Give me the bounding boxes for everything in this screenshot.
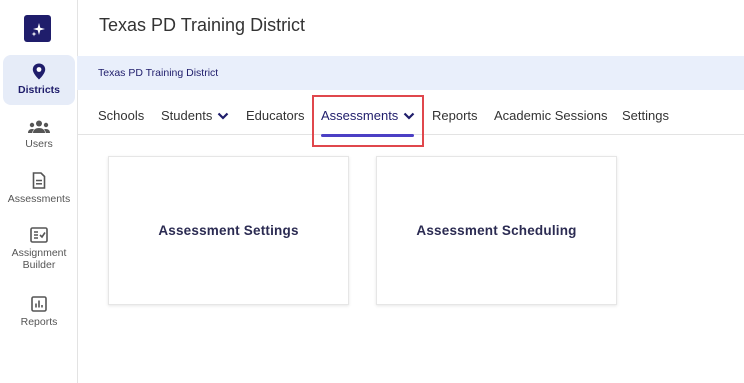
tab-schools[interactable]: Schools	[98, 108, 144, 123]
document-icon	[32, 172, 46, 189]
tab-label: Schools	[98, 108, 145, 123]
sidebar-item-districts[interactable]: Districts	[3, 55, 75, 105]
sidebar-item-label: Districts	[17, 84, 60, 96]
tab-reports[interactable]: Reports	[432, 108, 478, 123]
sparkle-icon	[31, 22, 45, 36]
assessment-scheduling-card[interactable]: Assessment Scheduling	[376, 156, 617, 305]
users-icon	[28, 120, 50, 133]
assessment-settings-card[interactable]: Assessment Settings	[108, 156, 349, 305]
sidebar-item-label: Reports	[20, 316, 58, 328]
tab-educators[interactable]: Educators	[246, 108, 305, 123]
tab-academic-sessions[interactable]: Academic Sessions	[494, 108, 607, 123]
highlight-box	[312, 95, 424, 147]
breadcrumb: Texas PD Training District	[77, 56, 744, 90]
sidebar-item-users[interactable]: Users	[3, 120, 75, 150]
sidebar-item-assignment-builder[interactable]: Assignment Builder	[3, 227, 75, 271]
sidebar-item-label: Users	[25, 138, 53, 150]
tab-label: Settings	[622, 108, 669, 123]
assignment-builder-icon	[30, 227, 48, 243]
tab-students[interactable]: Students	[161, 108, 229, 123]
bar-chart-icon	[31, 296, 47, 312]
tab-settings[interactable]: Settings	[622, 108, 669, 123]
sidebar-item-assessments[interactable]: Assessments	[3, 172, 75, 205]
card-label: Assessment Settings	[158, 223, 299, 238]
tab-label: Educators	[246, 108, 305, 123]
sidebar-item-reports[interactable]: Reports	[3, 296, 75, 328]
tab-bar: Schools Students Educators Assessments R…	[77, 90, 744, 147]
breadcrumb-item-district[interactable]: Texas PD Training District	[98, 67, 218, 79]
sidebar-item-label: Assignment Builder	[11, 247, 67, 271]
sidebar-item-label: Assessments	[7, 193, 71, 205]
chevron-down-icon	[218, 112, 229, 120]
tab-label: Reports	[432, 108, 478, 123]
location-pin-icon	[32, 63, 46, 80]
app-logo[interactable]	[24, 15, 51, 42]
page-title: Texas PD Training District	[99, 15, 306, 35]
tab-label: Academic Sessions	[494, 108, 608, 123]
card-label: Assessment Scheduling	[416, 223, 577, 238]
sidebar: Districts Users Assessments Assignment B…	[0, 0, 78, 383]
tab-label: Students	[161, 108, 213, 123]
